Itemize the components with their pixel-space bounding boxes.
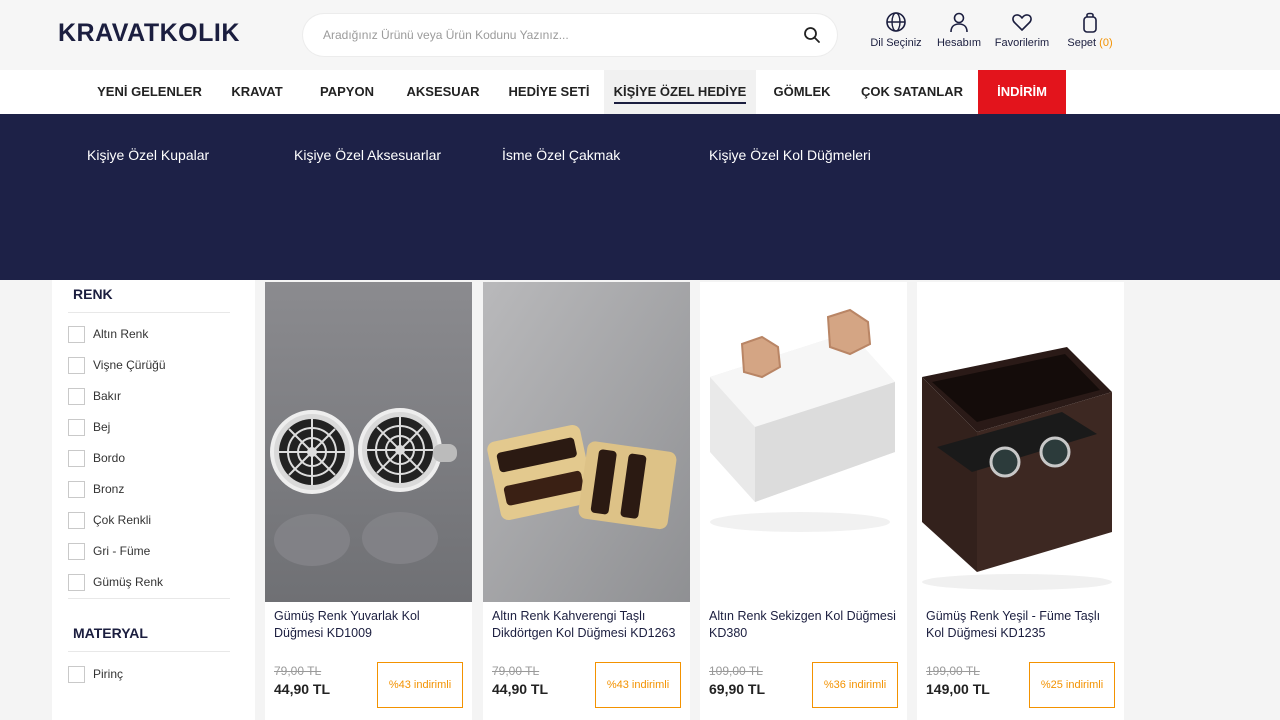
product-old-price: 79,00 TL xyxy=(492,664,540,678)
product-card[interactable]: Gümüş Renk Yeşil - Füme Taşlı Kol Düğmes… xyxy=(917,282,1124,720)
filter-sidebar: RENK Altın Renk Vişne Çürüğü Bakır Bej B… xyxy=(52,280,255,720)
mega-link-kupalar[interactable]: Kişiye Özel Kupalar xyxy=(87,147,209,163)
discount-badge: %36 indirimli xyxy=(812,662,898,708)
nav-item-hediye-seti[interactable]: HEDİYE SETİ xyxy=(502,70,596,114)
main-nav: YENİ GELENLER KRAVAT PAPYON AKSESUAR HED… xyxy=(0,70,1280,114)
checkbox[interactable] xyxy=(68,665,85,683)
filter-option-bordo[interactable]: Bordo xyxy=(68,448,125,468)
nav-item-gomlek[interactable]: GÖMLEK xyxy=(765,70,839,114)
nav-item-yeni-gelenler[interactable]: YENİ GELENLER xyxy=(92,70,207,114)
product-name[interactable]: Gümüş Renk Yuvarlak Kol Düğmesi KD1009 xyxy=(274,608,464,642)
divider xyxy=(68,598,230,599)
language-selector[interactable]: Dil Seçiniz xyxy=(867,10,925,49)
checkbox[interactable] xyxy=(68,418,85,436)
site-header: KRAVATKOLIK Dil Seçiniz Hesabım Favorile… xyxy=(0,0,1280,70)
filter-option-altin-renk[interactable]: Altın Renk xyxy=(68,324,148,344)
product-card[interactable]: Gümüş Renk Yuvarlak Kol Düğmesi KD1009 7… xyxy=(265,282,472,720)
mega-menu: Kişiye Özel Kupalar Kişiye Özel Aksesuar… xyxy=(0,114,1280,280)
product-image-octagon-cufflinks[interactable] xyxy=(700,282,907,602)
nav-item-kisiye-ozel-hediye-label: KİŞİYE ÖZEL HEDİYE xyxy=(613,84,747,104)
nav-item-aksesuar[interactable]: AKSESUAR xyxy=(400,70,486,114)
nav-item-cok-satanlar[interactable]: ÇOK SATANLAR xyxy=(852,70,972,114)
product-image-silver-round-cufflinks[interactable] xyxy=(265,282,472,602)
search-bar xyxy=(303,14,837,56)
product-name[interactable]: Gümüş Renk Yeşil - Füme Taşlı Kol Düğmes… xyxy=(926,608,1116,642)
checkbox[interactable] xyxy=(68,542,85,560)
cart-count: (0) xyxy=(1099,37,1113,49)
checkbox[interactable] xyxy=(68,356,85,374)
filter-option-gumus-renk[interactable]: Gümüş Renk xyxy=(68,572,163,592)
cart-label: Sepet xyxy=(1067,37,1097,49)
favorites-label: Favorilerim xyxy=(994,37,1050,49)
filter-title-color: RENK xyxy=(73,286,113,302)
language-label: Dil Seçiniz xyxy=(870,37,922,49)
search-icon[interactable] xyxy=(803,26,821,44)
filter-option-label: Vişne Çürüğü xyxy=(93,358,166,372)
product-old-price: 109,00 TL xyxy=(709,664,763,678)
nav-item-kravat[interactable]: KRAVAT xyxy=(222,70,292,114)
filter-option-pirinc[interactable]: Pirinç xyxy=(68,664,123,684)
filter-option-label: Bej xyxy=(93,420,111,434)
divider xyxy=(68,312,230,313)
filter-title-material: MATERYAL xyxy=(73,625,148,641)
product-card[interactable]: Altın Renk Kahverengi Taşlı Dikdörtgen K… xyxy=(483,282,690,720)
user-icon xyxy=(950,12,968,33)
product-name[interactable]: Altın Renk Kahverengi Taşlı Dikdörtgen K… xyxy=(492,608,682,642)
mega-link-kol-dugmeleri[interactable]: Kişiye Özel Kol Düğmeleri xyxy=(709,147,871,163)
filter-option-gri-fume[interactable]: Gri - Füme xyxy=(68,541,150,561)
search-input[interactable] xyxy=(323,14,783,56)
checkbox[interactable] xyxy=(68,325,85,343)
favorites-link[interactable]: Favorilerim xyxy=(991,10,1053,49)
shopping-bag-icon xyxy=(1083,12,1097,33)
product-price: 69,90 TL xyxy=(709,681,766,697)
product-price: 44,90 TL xyxy=(274,681,331,697)
checkbox[interactable] xyxy=(68,511,85,529)
filter-option-label: Bronz xyxy=(93,482,125,496)
filter-option-label: Gri - Füme xyxy=(93,544,151,558)
filter-option-label: Pirinç xyxy=(93,667,124,681)
site-logo[interactable]: KRAVATKOLIK xyxy=(58,19,240,48)
product-image-gold-brown-cufflinks[interactable] xyxy=(483,282,690,602)
product-price: 149,00 TL xyxy=(926,681,990,697)
account-link[interactable]: Hesabım xyxy=(932,10,986,49)
discount-badge: %25 indirimli xyxy=(1029,662,1115,708)
filter-option-label: Bordo xyxy=(93,451,126,465)
nav-item-papyon[interactable]: PAPYON xyxy=(310,70,384,114)
checkbox[interactable] xyxy=(68,449,85,467)
checkbox[interactable] xyxy=(68,387,85,405)
mega-link-cakmak[interactable]: İsme Özel Çakmak xyxy=(502,147,620,163)
product-name[interactable]: Altın Renk Sekizgen Kol Düğmesi KD380 xyxy=(709,608,899,642)
divider xyxy=(68,651,230,652)
mega-link-aksesuarlar[interactable]: Kişiye Özel Aksesuarlar xyxy=(294,147,441,163)
product-price: 44,90 TL xyxy=(492,681,549,697)
globe-icon xyxy=(886,12,906,32)
filter-option-label: Gümüş Renk xyxy=(93,575,164,589)
page: KRAVATKOLIK Dil Seçiniz Hesabım Favorile… xyxy=(0,0,1280,720)
filter-option-cok-renkli[interactable]: Çok Renkli xyxy=(68,510,151,530)
filter-option-bronz[interactable]: Bronz xyxy=(68,479,124,499)
filter-option-bakir[interactable]: Bakır xyxy=(68,386,121,406)
product-image-boxed-cufflinks[interactable] xyxy=(917,282,1124,602)
checkbox[interactable] xyxy=(68,480,85,498)
heart-icon xyxy=(1012,14,1032,31)
discount-badge: %43 indirimli xyxy=(377,662,463,708)
filter-option-label: Altın Renk xyxy=(93,327,149,341)
filter-option-label: Çok Renkli xyxy=(93,513,152,527)
filter-option-visne-curugu[interactable]: Vişne Çürüğü xyxy=(68,355,166,375)
nav-item-indirim[interactable]: İNDİRİM xyxy=(978,70,1066,114)
discount-badge: %43 indirimli xyxy=(595,662,681,708)
filter-option-bej[interactable]: Bej xyxy=(68,417,110,437)
filter-option-label: Bakır xyxy=(93,389,122,403)
account-label: Hesabım xyxy=(936,37,982,49)
product-card[interactable]: Altın Renk Sekizgen Kol Düğmesi KD380 10… xyxy=(700,282,907,720)
nav-item-kisiye-ozel-hediye[interactable]: KİŞİYE ÖZEL HEDİYE xyxy=(604,70,756,114)
product-old-price: 199,00 TL xyxy=(926,664,980,678)
checkbox[interactable] xyxy=(68,573,85,591)
cart-link[interactable]: Sepet (0) xyxy=(1062,10,1118,49)
product-old-price: 79,00 TL xyxy=(274,664,322,678)
